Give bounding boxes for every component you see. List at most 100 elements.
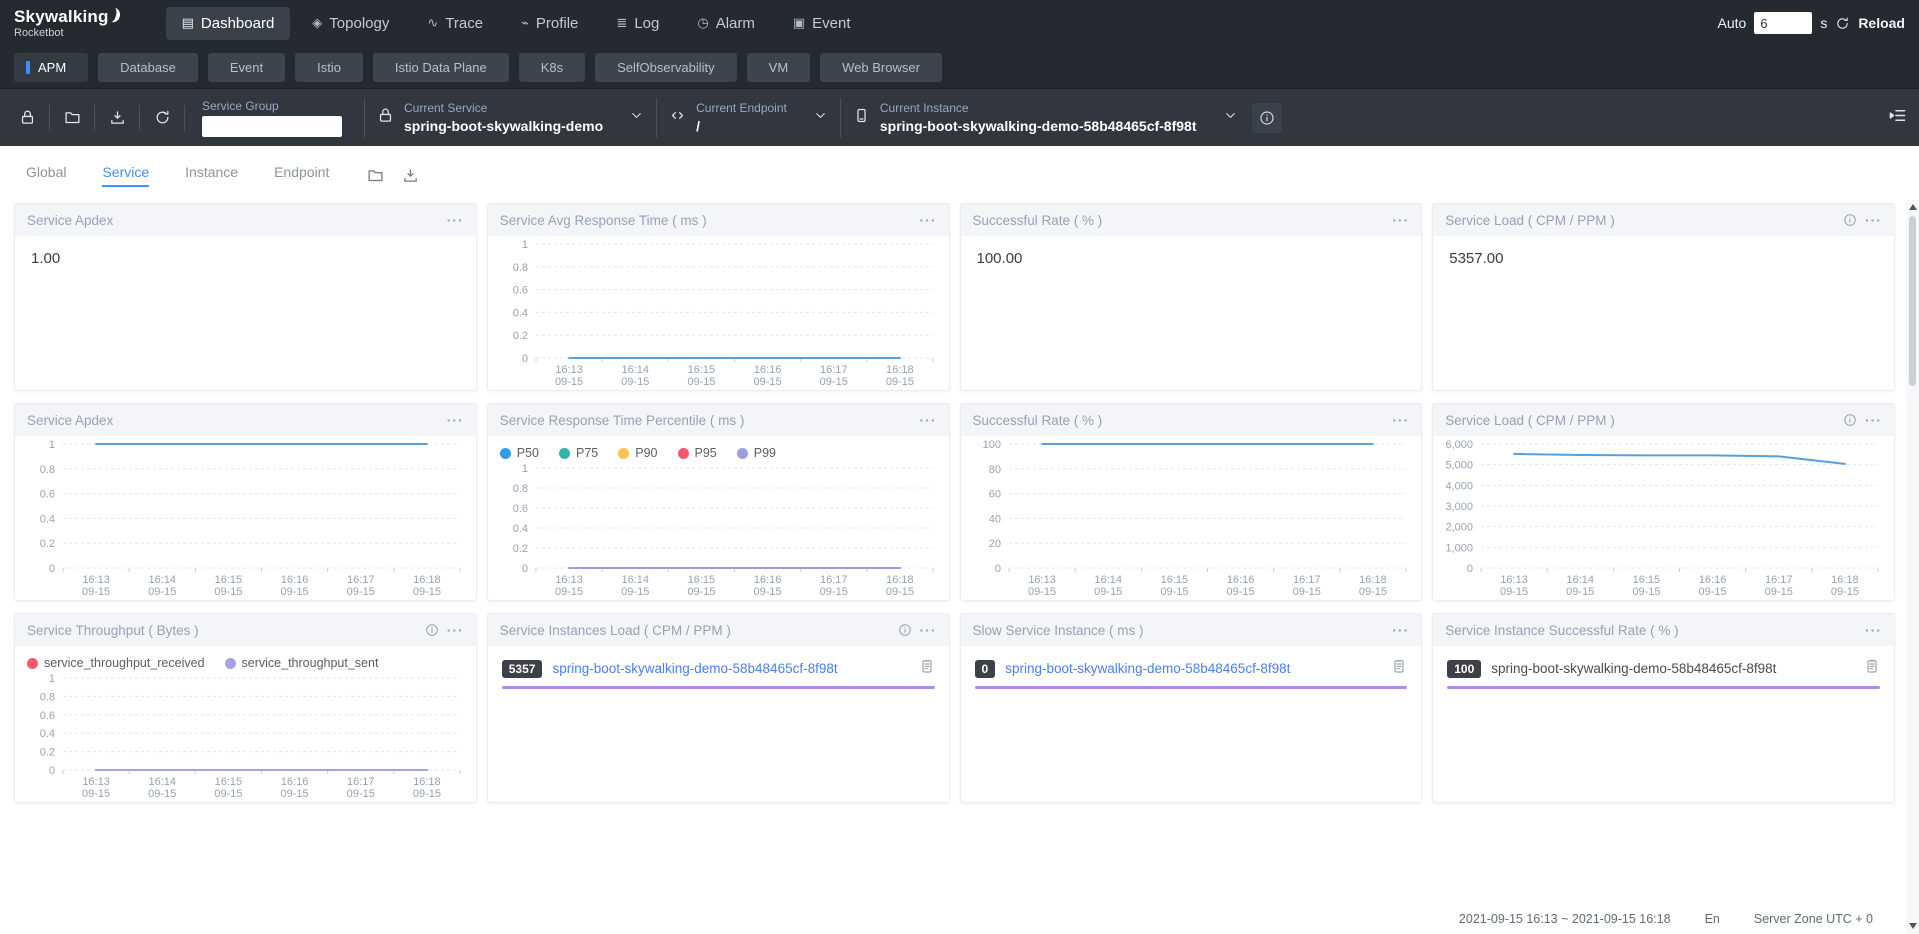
chevron-down-icon[interactable] xyxy=(629,108,644,128)
reload-icon[interactable] xyxy=(1835,16,1850,31)
download-icon[interactable] xyxy=(402,167,419,184)
subnav-item-vm[interactable]: VM xyxy=(747,53,811,82)
line-chart: 02040608010016:1309-1516:1409-1516:1509-… xyxy=(961,436,1422,600)
current-service-select[interactable]: Current Service spring-boot-skywalking-d… xyxy=(377,101,644,134)
clipboard-icon[interactable] xyxy=(1864,658,1880,679)
tab-instance[interactable]: Instance xyxy=(185,164,238,187)
svg-text:09-15: 09-15 xyxy=(687,586,715,598)
more-icon[interactable]: ··· xyxy=(1392,623,1409,637)
info-icon[interactable] xyxy=(425,623,439,637)
subnav-item-event[interactable]: Event xyxy=(208,53,285,82)
legend-item[interactable]: P90 xyxy=(618,446,657,460)
nav-item-event[interactable]: ▣ Event xyxy=(777,7,867,40)
service-group-input[interactable] xyxy=(202,116,342,137)
chevron-down-icon[interactable] xyxy=(813,108,828,128)
tab-global[interactable]: Global xyxy=(26,164,66,187)
line-chart: 00.20.40.60.8116:1309-1516:1409-1516:150… xyxy=(15,670,476,802)
download-icon[interactable] xyxy=(102,103,132,133)
nav-label: Topology xyxy=(329,15,389,32)
profile-icon: ⌁ xyxy=(521,15,529,31)
nav-item-trace[interactable]: ∿ Trace xyxy=(411,7,499,40)
more-icon[interactable]: ··· xyxy=(447,623,464,637)
subnav-item-selfobservability[interactable]: SelfObservability xyxy=(595,53,737,82)
svg-text:2,000: 2,000 xyxy=(1446,522,1474,534)
more-icon[interactable]: ··· xyxy=(447,213,464,227)
more-icon[interactable]: ··· xyxy=(920,213,937,227)
info-icon[interactable] xyxy=(1843,413,1857,427)
info-icon[interactable] xyxy=(898,623,912,637)
legend-item[interactable]: service_throughput_sent xyxy=(225,656,379,670)
refresh-icon[interactable] xyxy=(147,103,177,133)
instance-link[interactable]: spring-boot-skywalking-demo-58b48465cf-8… xyxy=(552,661,908,676)
legend-item[interactable]: P99 xyxy=(737,446,776,460)
legend-item[interactable]: P50 xyxy=(500,446,539,460)
more-icon[interactable]: ··· xyxy=(447,413,464,427)
language-toggle[interactable]: En xyxy=(1705,912,1720,926)
scrollbar-thumb[interactable] xyxy=(1909,216,1916,386)
nav-item-topology[interactable]: ◈ Topology xyxy=(296,7,405,40)
folder-icon[interactable] xyxy=(57,103,87,133)
svg-text:16:14: 16:14 xyxy=(148,574,176,586)
scrollbar[interactable] xyxy=(1906,200,1919,934)
time-range: 2021-09-15 16:13 ~ 2021-09-15 16:18 xyxy=(1459,912,1671,926)
svg-text:09-15: 09-15 xyxy=(148,586,176,598)
folder-icon[interactable] xyxy=(367,167,384,184)
nav-item-dashboard[interactable]: ▤ Dashboard xyxy=(166,7,291,40)
subnav-item-database[interactable]: Database xyxy=(98,53,198,82)
dashboard-main: Global Service Instance Endpoint Service… xyxy=(0,146,1919,932)
svg-text:09-15: 09-15 xyxy=(82,788,110,800)
svg-text:09-15: 09-15 xyxy=(1765,586,1793,598)
card-service-load-value: Service Load ( CPM / PPM ) ··· 5357.00 xyxy=(1432,203,1895,391)
scope-tabs: Global Service Instance Endpoint xyxy=(0,146,1919,199)
svg-text:09-15: 09-15 xyxy=(82,586,110,598)
more-icon[interactable]: ··· xyxy=(1865,623,1882,637)
current-instance-select[interactable]: Current Instance spring-boot-skywalking-… xyxy=(853,101,1238,134)
card-title: Service Load ( CPM / PPM ) xyxy=(1445,213,1615,228)
nav-item-alarm[interactable]: ◷ Alarm xyxy=(681,7,771,40)
scroll-down-arrow-icon[interactable] xyxy=(1909,923,1917,929)
svg-text:0: 0 xyxy=(49,563,55,575)
svg-text:16:18: 16:18 xyxy=(1359,574,1387,586)
card-header: Service Throughput ( Bytes ) ··· xyxy=(15,614,476,646)
svg-text:09-15: 09-15 xyxy=(1160,586,1188,598)
subnav-item-k8s[interactable]: K8s xyxy=(519,53,585,82)
legend-item[interactable]: P95 xyxy=(678,446,717,460)
info-icon[interactable] xyxy=(1252,103,1282,133)
subnav-item-web-browser[interactable]: Web Browser xyxy=(820,53,942,82)
lock-icon[interactable] xyxy=(12,103,42,133)
card-header: Slow Service Instance ( ms ) ··· xyxy=(961,614,1422,646)
more-icon[interactable]: ··· xyxy=(1392,413,1409,427)
code-icon xyxy=(669,107,686,129)
legend-item[interactable]: P75 xyxy=(559,446,598,460)
auto-interval-input[interactable] xyxy=(1754,12,1812,34)
current-endpoint-select[interactable]: Current Endpoint / xyxy=(669,101,828,134)
pill-label: APM xyxy=(38,60,66,75)
collapse-panel-icon[interactable] xyxy=(1888,106,1907,130)
svg-text:09-15: 09-15 xyxy=(753,376,781,388)
nav-item-profile[interactable]: ⌁ Profile xyxy=(505,7,594,40)
subnav-item-apm[interactable]: APM xyxy=(14,53,88,82)
more-icon[interactable]: ··· xyxy=(1865,213,1882,227)
current-instance-value: spring-boot-skywalking-demo-58b48465cf-8… xyxy=(880,118,1197,134)
list-item: 100 spring-boot-skywalking-demo-58b48465… xyxy=(1433,646,1894,689)
clipboard-icon[interactable] xyxy=(919,658,935,679)
chevron-down-icon[interactable] xyxy=(1223,108,1238,128)
more-icon[interactable]: ··· xyxy=(1392,213,1409,227)
nav-item-log[interactable]: ≣ Log xyxy=(600,7,675,40)
info-icon[interactable] xyxy=(1843,213,1857,227)
scroll-up-arrow-icon[interactable] xyxy=(1909,204,1917,210)
svg-text:09-15: 09-15 xyxy=(413,586,441,598)
tab-endpoint[interactable]: Endpoint xyxy=(274,164,329,187)
more-icon[interactable]: ··· xyxy=(1865,413,1882,427)
legend-item[interactable]: service_throughput_received xyxy=(27,656,205,670)
tab-service[interactable]: Service xyxy=(102,164,149,187)
subnav-item-istio-data-plane[interactable]: Istio Data Plane xyxy=(373,53,509,82)
instance-label[interactable]: spring-boot-skywalking-demo-58b48465cf-8… xyxy=(1491,661,1854,676)
reload-label[interactable]: Reload xyxy=(1858,15,1905,31)
instance-link[interactable]: spring-boot-skywalking-demo-58b48465cf-8… xyxy=(1005,661,1381,676)
more-icon[interactable]: ··· xyxy=(920,413,937,427)
more-icon[interactable]: ··· xyxy=(920,623,937,637)
clipboard-icon[interactable] xyxy=(1391,658,1407,679)
divider xyxy=(656,98,657,138)
subnav-item-istio[interactable]: Istio xyxy=(295,53,363,82)
